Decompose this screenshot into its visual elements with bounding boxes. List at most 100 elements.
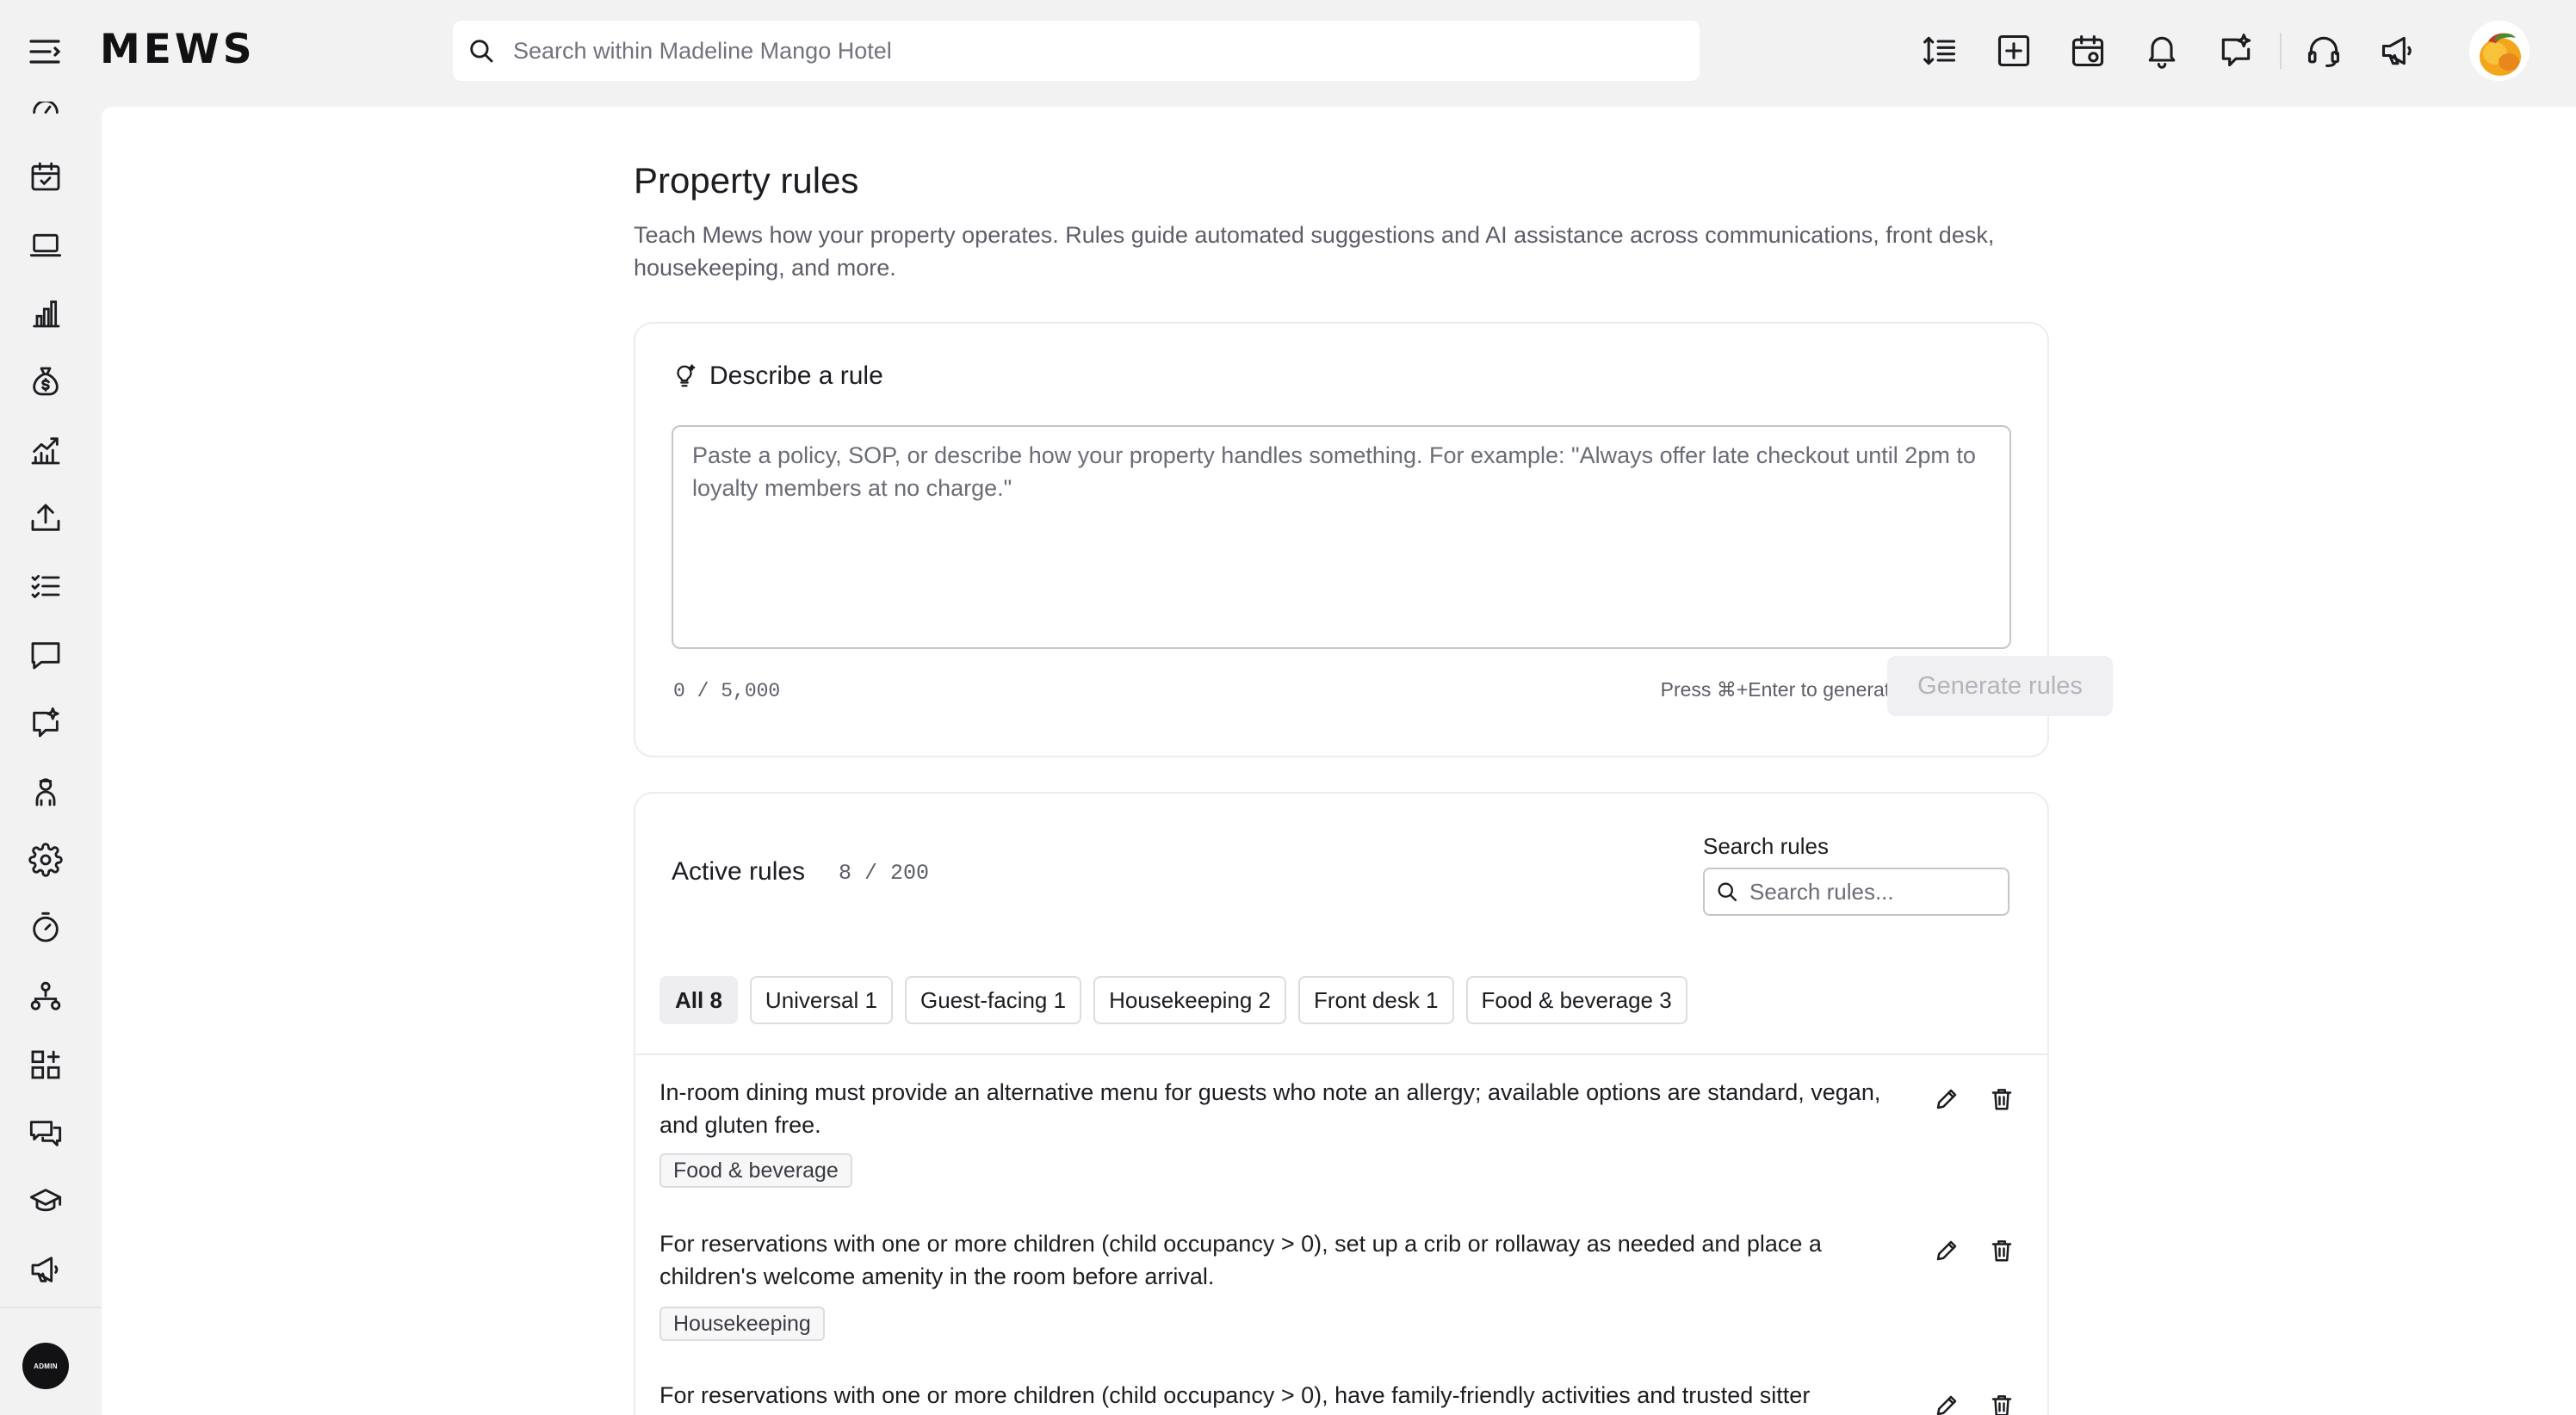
timer-icon	[33, 911, 59, 942]
ai-chat-icon	[33, 707, 59, 738]
rail-item-marketplace[interactable]	[22, 1041, 69, 1088]
keyboard-shortcut-hint: Press ⌘+Enter to generate	[1660, 678, 1901, 701]
filter-guest-facing[interactable]: Guest-facing 1	[904, 976, 1082, 1024]
rule-text: For reservations with one or more childr…	[659, 1382, 1811, 1408]
search-rules-input[interactable]	[1749, 878, 1999, 905]
filter-all[interactable]: All 8	[659, 976, 738, 1024]
rail-divider	[0, 1307, 102, 1308]
rail-item-tasks[interactable]	[22, 563, 69, 609]
edit-rule-button[interactable]	[1929, 1233, 1965, 1269]
org-chart-icon	[30, 981, 61, 1010]
delete-rule-button[interactable]	[1984, 1081, 2020, 1117]
rule-text: In-room dining must provide an alternati…	[659, 1079, 1881, 1138]
describe-rule-heading: Describe a rule	[709, 361, 883, 390]
ai-chat-icon	[2221, 34, 2251, 67]
rule-item: For reservations with one or more childr…	[635, 1379, 2047, 1415]
rail-item-organization[interactable]	[22, 973, 69, 1020]
gear-icon	[28, 843, 63, 877]
describe-rule-header: Describe a rule	[672, 361, 883, 391]
character-count: 0 / 5,000	[673, 680, 781, 702]
upload-icon	[31, 504, 60, 531]
megaphone-icon	[2381, 36, 2412, 65]
filter-front-desk[interactable]: Front desk 1	[1298, 976, 1454, 1024]
rail-item-training[interactable]	[22, 1178, 69, 1225]
page-title: Property rules	[634, 160, 859, 201]
filter-food-beverage[interactable]: Food & beverage 3	[1465, 976, 1687, 1024]
rule-category-filters: All 8 Universal 1 Guest-facing 1 Houseke…	[659, 976, 1687, 1024]
sort-lines-icon	[1923, 36, 1956, 65]
checklist-icon	[31, 574, 60, 598]
rail-item-workstation[interactable]	[22, 222, 69, 269]
bell-icon	[2148, 36, 2176, 69]
announcements-button[interactable]	[2375, 26, 2421, 76]
rail-item-dashboard[interactable]	[22, 102, 69, 131]
collapse-menu-button[interactable]	[24, 31, 65, 72]
rail-item-reports[interactable]	[22, 290, 69, 337]
filter-universal[interactable]: Universal 1	[749, 976, 893, 1024]
rule-category-tag: Food & beverage	[659, 1153, 852, 1188]
apps-icon	[31, 1050, 60, 1079]
edit-rule-button[interactable]	[1929, 1081, 1965, 1117]
trend-chart-icon	[31, 437, 60, 465]
rail-item-ai-assistant[interactable]	[22, 700, 69, 746]
search-icon	[470, 40, 493, 63]
rail-item-housekeeping[interactable]	[22, 769, 69, 815]
page-description: Teach Mews how your property operates. R…	[634, 222, 1995, 281]
megaphone-icon	[31, 1257, 59, 1282]
money-bag-icon	[33, 367, 59, 396]
rail-item-timer[interactable]	[22, 905, 69, 951]
laptop-icon	[29, 233, 62, 257]
trash-icon	[1991, 1089, 2012, 1110]
describe-rule-card: Describe a rule 0 / 5,000 Press ⌘+Enter …	[634, 322, 2113, 757]
admin-badge[interactable]: ADMIN	[22, 1343, 69, 1389]
rail-item-calendar[interactable]	[22, 153, 69, 200]
top-bar: MEWS	[0, 0, 2576, 102]
main-content: Property rules Teach Mews how your prope…	[102, 107, 2576, 1415]
calendar-view-button[interactable]	[2065, 26, 2111, 76]
rule-text: For reservations with one or more childr…	[659, 1231, 1822, 1289]
filter-housekeeping[interactable]: Housekeeping 2	[1093, 976, 1286, 1024]
active-rules-card: Active rules 8 / 200 Search rules All 8 …	[634, 792, 2049, 1415]
rail-item-messages[interactable]	[22, 632, 69, 678]
edit-rule-button[interactable]	[1929, 1387, 1965, 1415]
rail-item-announcements[interactable]	[22, 1246, 69, 1293]
rail-item-conversations[interactable]	[22, 1110, 69, 1157]
dashboard-icon	[33, 102, 59, 114]
rule-item: In-room dining must provide an alternati…	[635, 1076, 2047, 1196]
rule-category-tag: Housekeeping	[659, 1307, 825, 1341]
rail-item-exports[interactable]	[22, 495, 69, 541]
generate-rules-button[interactable]: Generate rules	[1887, 656, 2113, 716]
delete-rule-button[interactable]	[1984, 1233, 2020, 1269]
pencil-icon	[1936, 1395, 1957, 1415]
sort-lines-button[interactable]	[1917, 26, 1963, 76]
pencil-icon	[1936, 1089, 1957, 1109]
lightbulb-sparkle-icon	[677, 364, 696, 387]
search-rules-field[interactable]	[1703, 868, 2009, 916]
conversations-icon	[29, 1121, 62, 1146]
calendar-view-icon	[2071, 34, 2104, 67]
rail-item-revenue[interactable]	[22, 427, 69, 473]
trash-icon	[1991, 1395, 2012, 1415]
trash-icon	[1991, 1240, 2012, 1262]
active-rules-title: Active rules	[672, 857, 806, 886]
notifications-button[interactable]	[2139, 26, 2185, 76]
headset-icon	[2307, 36, 2340, 67]
user-avatar[interactable]	[2469, 21, 2530, 81]
mews-logo[interactable]: MEWS	[100, 26, 256, 74]
rail-item-finance[interactable]	[22, 358, 69, 405]
add-square-icon	[1997, 34, 2030, 67]
search-rules-label: Search rules	[1703, 833, 1829, 859]
menu-collapse-icon	[29, 40, 61, 64]
rail-item-settings[interactable]	[22, 837, 69, 883]
rule-description-input[interactable]	[672, 425, 2011, 649]
left-navigation-rail: ADMIN	[0, 102, 102, 1415]
delete-rule-button[interactable]	[1984, 1387, 2020, 1415]
support-button[interactable]	[2300, 26, 2347, 76]
search-icon	[1718, 882, 1737, 902]
pencil-icon	[1936, 1240, 1957, 1261]
ai-assistant-button[interactable]	[2213, 26, 2259, 76]
graduation-cap-icon	[29, 1189, 62, 1212]
global-search[interactable]	[453, 21, 1700, 81]
create-new-button[interactable]	[1991, 26, 2037, 76]
global-search-input[interactable]	[513, 37, 1632, 65]
